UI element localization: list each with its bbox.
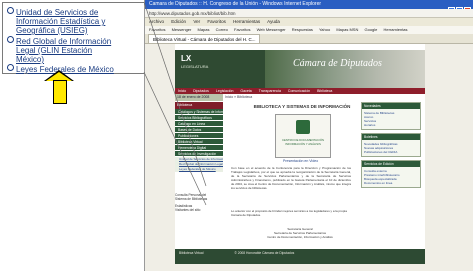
site-footer: Biblioteca Virtual © 2008 Honorable Cáma…	[175, 249, 425, 264]
nav-diputados[interactable]: Diputados	[193, 89, 209, 93]
toolbar-item[interactable]: Respuestas	[292, 27, 313, 32]
left-info-line[interactable]: Sistema de Bibliotecas	[175, 197, 223, 201]
callout-link-usieg[interactable]: Unidad de Servicios de Información Estad…	[7, 7, 105, 35]
right-box-link[interactable]: Horarios	[364, 123, 418, 127]
toolbar-item[interactable]: Mapas MSN	[336, 27, 358, 32]
address-bar[interactable]: http://www.diputados.gob.mx/bibliot/bib.…	[145, 9, 473, 18]
right-box-heading: Servicios de Edición	[362, 161, 420, 167]
browser-window: Camara de Diputados :: H. Congreso de la…	[144, 0, 473, 271]
site-container: LX LEGISLATURA Cámara de Diputados Inici…	[175, 44, 425, 264]
toolbar-item[interactable]: Messenger	[172, 27, 192, 32]
date-label: 18 de enero de 2008	[175, 94, 223, 101]
right-box: Boletines Novedades bibliográficas Nueva…	[361, 133, 421, 157]
menu-favorites[interactable]: Favoritos	[207, 19, 226, 24]
breadcrumb[interactable]: Inicio » Biblioteca	[225, 95, 252, 99]
page-title: BIBLIOTECA Y SISTEMAS DE INFORMACIÓN	[253, 104, 351, 109]
tab-biblioteca[interactable]: Biblioteca Virtual - Cámara de Diputados…	[148, 34, 261, 43]
toolbar-item[interactable]: Google	[364, 27, 377, 32]
links-toolbar: Favoritos Messenger Mapas Correo Favorit…	[145, 26, 473, 34]
nav-transparencia[interactable]: Transparencia	[259, 89, 281, 93]
nav-gaceta[interactable]: Gaceta	[240, 89, 251, 93]
footer-copyright: © 2008 Honorable Cámara de Diputados	[234, 251, 295, 255]
legislature-label: LEGISLATURA	[181, 64, 209, 69]
bullet-icon	[7, 64, 14, 71]
nav-comunicacion[interactable]: Comunicación	[288, 89, 310, 93]
toolbar-item[interactable]: Web Messenger	[257, 27, 286, 32]
right-box: Novedades Sistema de Bibliotecas Acervo …	[361, 102, 421, 130]
nav-legislacion[interactable]: Legislación	[216, 89, 234, 93]
toolbar-item[interactable]: Favoritos	[234, 27, 250, 32]
left-info-box: Consulta Personal del Sistema de Bibliot…	[175, 193, 223, 212]
left-info-line: Visitantes del sitio	[175, 208, 201, 212]
tab-bar: Biblioteca Virtual - Cámara de Diputados…	[145, 34, 473, 44]
intro-paragraph-2: Lo anterior con el propósito de brindar …	[231, 209, 347, 217]
page-viewport: LX LEGISLATURA Cámara de Diputados Inici…	[145, 44, 473, 271]
toolbar-item[interactable]: Correo	[216, 27, 228, 32]
toolbar-item[interactable]: Favoritos	[149, 27, 165, 32]
nav-inicio[interactable]: Inicio	[178, 89, 186, 93]
right-box-heading: Boletines	[362, 134, 420, 140]
nav-biblioteca[interactable]: Biblioteca	[317, 89, 332, 93]
bullet-icon	[7, 36, 14, 43]
video-link[interactable]: Presentación en Video	[283, 159, 318, 163]
credit-line: Centro de Documentación, Información y A…	[267, 235, 333, 239]
credits: Secretaría General Secretaría de Servici…	[245, 227, 355, 239]
toolbar-item[interactable]: Mapas	[198, 27, 210, 32]
legislature-logo: LX	[181, 54, 192, 63]
arrow-shaft	[53, 80, 67, 104]
bullet-icon	[7, 7, 14, 14]
menu-view[interactable]: Ver	[193, 19, 200, 24]
right-box-link[interactable]: Publicaciones del CEDIA	[364, 150, 418, 154]
menu-file[interactable]: Archivo	[149, 19, 164, 24]
footer-link[interactable]: Biblioteca Virtual	[179, 251, 204, 255]
cedia-logo: CENTRO DE DOCUMENTACIÓN INFORMACIÓN Y AN…	[275, 114, 331, 158]
header-photo	[265, 50, 425, 88]
left-nav: Biblioteca Catálogos y Sistemas de Infor…	[175, 102, 223, 172]
menu-edit[interactable]: Edición	[171, 19, 186, 24]
right-column: Novedades Sistema de Bibliotecas Acervo …	[361, 102, 421, 191]
right-box-link[interactable]: Documentos en línea	[364, 181, 418, 185]
menu-tools[interactable]: Herramientas	[233, 19, 260, 24]
window-title: Camara de Diputados :: H. Congreso de la…	[145, 0, 473, 9]
left-nav-link-leyes[interactable]: Leyes Federales de México	[175, 167, 223, 172]
toolbar-item[interactable]: Yahoo	[319, 27, 330, 32]
right-box-heading: Novedades	[362, 103, 420, 109]
intro-paragraph: Con base en el acuerdo de la Conferencia…	[231, 166, 351, 190]
menu-bar: Archivo Edición Ver Favoritos Herramient…	[145, 18, 473, 26]
logo-caption: CENTRO DE DOCUMENTACIÓN INFORMACIÓN Y AN…	[281, 138, 325, 146]
toolbar-item[interactable]: Herramientas	[384, 27, 408, 32]
right-box: Servicios de Edición Consulta externa Pr…	[361, 160, 421, 188]
site-title: Cámara de Diputados	[293, 58, 382, 69]
site-header: LX LEGISLATURA Cámara de Diputados	[175, 50, 425, 88]
zoom-callout: Unidad de Servicios de Información Estad…	[2, 2, 146, 74]
building-icon	[296, 120, 310, 134]
callout-link-glin[interactable]: Red Global de Información Legal (GLIN Es…	[7, 36, 111, 64]
menu-help[interactable]: Ayuda	[267, 19, 280, 24]
left-nav-heading: Biblioteca	[175, 102, 223, 109]
